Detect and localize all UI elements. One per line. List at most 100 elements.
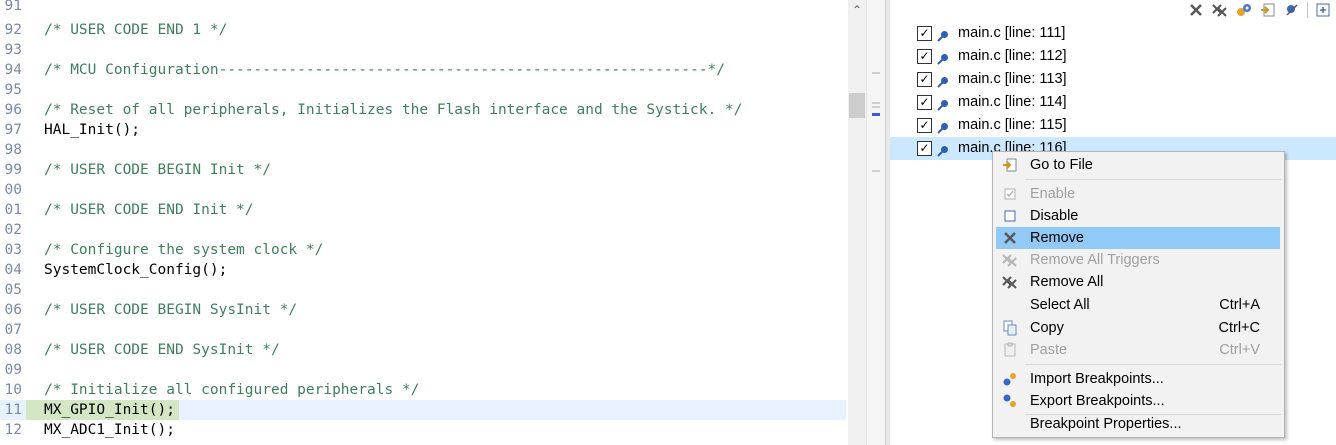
menu-item-remove-all-triggers[interactable]: Remove All Triggers (996, 249, 1280, 271)
line-number: 08 (4, 342, 22, 358)
code-line[interactable]: 06 /* USER CODE BEGIN SysInit */ (0, 300, 846, 320)
line-number: 05 (4, 282, 22, 298)
breakpoint-context-menu: Go to File Enable Disable Remove Remove … (992, 151, 1285, 438)
code-line[interactable]: 12 MX_ADC1_Init(); (0, 420, 846, 440)
code-text: /* USER CODE BEGIN Init */ (44, 162, 271, 178)
code-line[interactable]: 01 /* USER CODE END Init */ (0, 200, 846, 220)
code-line[interactable]: 02 (0, 220, 846, 240)
code-line[interactable]: 94 /* MCU Configuration------------------… (0, 60, 846, 80)
scrollbar-thumb[interactable] (849, 93, 865, 118)
breakpoint-row[interactable]: ✓ main.c [line: 113] (890, 68, 1336, 91)
code-line[interactable]: 04 SystemClock_Config(); (0, 260, 846, 280)
breakpoint-checkbox[interactable]: ✓ (917, 95, 932, 110)
breakpoint-icon (937, 50, 949, 65)
code-line[interactable]: 07 (0, 320, 846, 340)
current-code-line[interactable]: 11 MX_GPIO_Init(); (0, 400, 846, 420)
breakpoint-row[interactable]: ✓ main.c [line: 111] (890, 22, 1336, 45)
code-text: /* USER CODE BEGIN SysInit */ (44, 302, 298, 318)
export-breakpoints-icon (1002, 393, 1018, 409)
code-line[interactable]: 92 /* USER CODE END 1 */ (0, 20, 846, 40)
code-line[interactable]: 10 /* Initialize all configured periphera… (0, 380, 846, 400)
menu-item-remove[interactable]: Remove (996, 227, 1280, 249)
menu-separator (1025, 179, 1281, 180)
breakpoint-label: main.c [line: 112] (958, 48, 1067, 64)
menu-item-copy[interactable]: Copy Ctrl+C (996, 317, 1280, 339)
menu-separator (1025, 364, 1281, 365)
goto-file-icon (1002, 157, 1018, 173)
code-line[interactable]: 00 (0, 180, 846, 200)
code-text: MX_ADC1_Init(); (44, 422, 175, 438)
code-text: SystemClock_Config(); (44, 262, 228, 278)
menu-item-import-breakpoints[interactable]: Import Breakpoints... (996, 368, 1280, 390)
code-line[interactable]: 99 /* USER CODE BEGIN Init */ (0, 160, 846, 180)
remove-icon[interactable] (1187, 1, 1205, 19)
overview-marker[interactable] (872, 106, 880, 108)
menu-item-label: Breakpoint Properties... (1030, 416, 1182, 432)
code-line[interactable]: 96 /* Reset of all peripherals, Initializ… (0, 100, 846, 120)
goto-file-icon[interactable] (1259, 1, 1277, 19)
remove-icon (1002, 230, 1018, 246)
code-text: MX_GPIO_Init(); (44, 402, 175, 418)
line-number: 95 (4, 82, 22, 98)
link-icon[interactable] (1235, 1, 1253, 19)
code-line[interactable]: 97 HAL_Init(); (0, 120, 846, 140)
menu-item-export-breakpoints[interactable]: Export Breakpoints... (996, 390, 1280, 412)
breakpoint-row[interactable]: ✓ main.c [line: 115] (890, 114, 1336, 137)
menu-item-go-to-file[interactable]: Go to File (996, 154, 1280, 176)
menu-item-breakpoint-properties[interactable]: Breakpoint Properties... (996, 413, 1280, 435)
scroll-up-icon[interactable]: ⌃ (848, 0, 866, 20)
overview-breakpoint-marker[interactable] (872, 113, 880, 116)
code-line[interactable]: 09 (0, 360, 846, 380)
breakpoint-icon (937, 96, 949, 111)
code-line[interactable]: 05 (0, 280, 846, 300)
menu-item-label: Remove (1030, 230, 1084, 246)
menu-item-disable[interactable]: Disable (996, 205, 1280, 227)
breakpoint-checkbox[interactable]: ✓ (917, 72, 932, 87)
breakpoints-toolbar (1187, 1, 1332, 19)
skip-breakpoints-icon[interactable] (1283, 1, 1301, 19)
menu-item-enable[interactable]: Enable (996, 183, 1280, 205)
code-line[interactable]: 08 /* USER CODE END SysInit */ (0, 340, 846, 360)
line-number: 91 (4, 0, 22, 14)
line-number: 10 (4, 382, 22, 398)
line-number: 99 (4, 162, 22, 178)
code-line[interactable]: 98 (0, 140, 846, 160)
menu-item-label: Remove All (1030, 274, 1104, 290)
overview-marker[interactable] (872, 102, 880, 104)
code-text: HAL_Init(); (44, 122, 141, 138)
overview-marker[interactable] (872, 170, 880, 172)
paste-icon (1002, 342, 1018, 358)
overview-marker[interactable] (872, 72, 880, 74)
editor-vertical-scrollbar[interactable]: ⌃ (848, 0, 866, 445)
line-number: 03 (4, 242, 22, 258)
code-line[interactable]: 91 (0, 0, 846, 16)
overview-ruler[interactable] (866, 0, 885, 445)
breakpoint-checkbox[interactable]: ✓ (917, 141, 932, 156)
menu-item-label: Go to File (1030, 157, 1093, 173)
breakpoint-label: main.c [line: 115] (958, 117, 1067, 133)
menu-item-label: Select All (1030, 297, 1090, 313)
menu-item-select-all[interactable]: Select All Ctrl+A (996, 294, 1280, 316)
breakpoint-icon (937, 27, 949, 42)
code-editor[interactable]: 91 92 /* USER CODE END 1 */ 93 94 /* MCU C… (0, 0, 848, 445)
breakpoint-checkbox[interactable]: ✓ (917, 49, 932, 64)
code-line[interactable]: 03 /* Configure the system clock */ (0, 240, 846, 260)
enable-checkbox-icon (1002, 186, 1018, 202)
menu-item-shortcut: Ctrl+V (1219, 342, 1260, 358)
breakpoint-checkbox[interactable]: ✓ (917, 26, 932, 41)
code-text: /* USER CODE END Init */ (44, 202, 254, 218)
breakpoint-checkbox[interactable]: ✓ (917, 118, 932, 133)
menu-item-label: Remove All Triggers (1030, 252, 1160, 268)
expand-all-icon[interactable] (1314, 1, 1332, 19)
breakpoint-row[interactable]: ✓ main.c [line: 114] (890, 91, 1336, 114)
menu-item-paste[interactable]: Paste Ctrl+V (996, 339, 1280, 361)
menu-item-label: Copy (1030, 320, 1064, 336)
breakpoint-icon (937, 142, 949, 157)
menu-item-label: Enable (1030, 186, 1076, 202)
code-line[interactable]: 93 (0, 40, 846, 60)
menu-item-remove-all[interactable]: Remove All (996, 271, 1280, 293)
breakpoint-row[interactable]: ✓ main.c [line: 112] (890, 45, 1336, 68)
line-number: 04 (4, 262, 22, 278)
remove-all-icon[interactable] (1211, 1, 1229, 19)
code-line[interactable]: 95 (0, 80, 846, 100)
